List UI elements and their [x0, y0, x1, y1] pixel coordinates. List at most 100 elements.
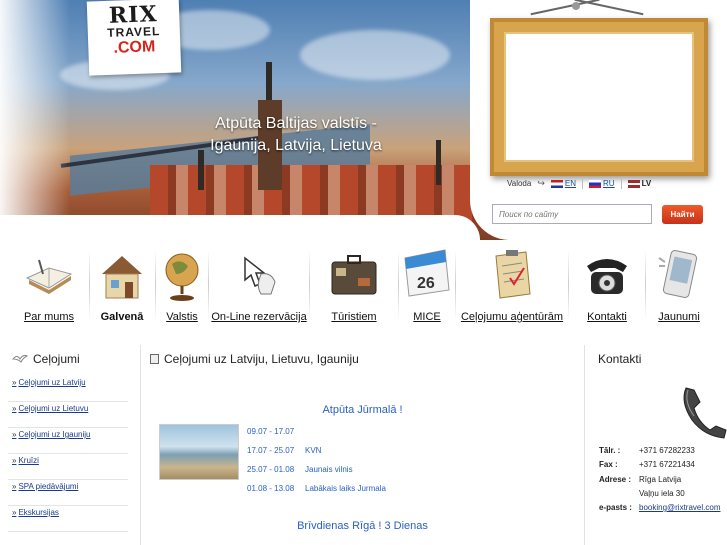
nav-item-jaunumi[interactable]: Jaunumi: [646, 240, 712, 335]
nav-label: Galvenā: [100, 311, 144, 323]
nav-item-mice[interactable]: 26 MICE: [399, 240, 455, 335]
nav-item-celojumu-agenturam[interactable]: Ceļojumu aģentūrām: [456, 240, 568, 335]
contact-email: e-pasts : booking@rixtravel.com: [599, 503, 720, 512]
tour-title-link[interactable]: Atpūta Jūrmalā !: [150, 404, 575, 416]
calendar-icon: 26: [404, 249, 450, 297]
nav-item-galvena[interactable]: Galvenā: [90, 240, 154, 335]
main-content: Ceļojumi uz Latviju, Lietuvu, Igauniju A…: [150, 352, 575, 532]
logo-text: RIX: [108, 1, 158, 29]
sidebar-item-label: SPA piedāvājumi: [18, 482, 79, 491]
church-spire: [198, 150, 204, 190]
page-title: Ceļojumi uz Latviju, Lietuvu, Igauniju: [164, 352, 359, 366]
beach-photo[interactable]: [159, 424, 239, 480]
sidebar-title: Ceļojumi: [33, 352, 80, 366]
language-option-ru[interactable]: RU: [589, 179, 615, 188]
nav-item-on-line-rezervacija[interactable]: On-Line rezervācija: [209, 240, 309, 335]
book-icon: [25, 259, 73, 294]
header-bottom-fade: [0, 215, 480, 240]
divider: [620, 178, 622, 189]
language-link[interactable]: RU: [603, 179, 615, 188]
site-logo[interactable]: RIX TRAVEL .COM: [86, 0, 182, 76]
divider: [582, 178, 583, 189]
flag-latvia-icon: [627, 179, 640, 188]
tour-date-row[interactable]: 09.07 - 17.07: [247, 427, 305, 436]
sidebar-item-label: Ekskursijas: [18, 508, 59, 517]
logo-text: .COM: [113, 38, 156, 57]
headline-line: Atpūta Baltijas valstīs -: [215, 115, 377, 132]
nav-item-par-mums[interactable]: Par mums: [10, 240, 88, 335]
nav-item-kontakti[interactable]: Kontakti: [569, 240, 645, 335]
cloud: [300, 30, 450, 80]
main-heading: Ceļojumi uz Latviju, Lietuvu, Igauniju: [150, 352, 575, 366]
church-spire: [436, 140, 441, 185]
bullet: »: [12, 456, 17, 465]
frame-nail: [572, 2, 580, 10]
bullet: »: [12, 508, 17, 517]
language-option-lv[interactable]: LV: [627, 179, 652, 188]
contacts-panel: Kontakti Tālr. : +371 67282233 Fax : +37…: [598, 352, 727, 512]
language-label: Valoda: [507, 179, 532, 188]
header-headline: Atpūta Baltijas valstīs - Igaunija, Latv…: [206, 113, 386, 157]
tour-date-row[interactable]: 25.07 - 01.08 Jaunais vilnis: [247, 465, 353, 474]
sidebar-heading: Ceļojumi: [8, 352, 128, 366]
sidebar-item-label: Ceļojumi uz Igauniju: [18, 430, 91, 439]
flag-uk-icon: [550, 179, 563, 188]
main-navigation: Par mums Galvenā Valstis On-Line rezervā…: [0, 240, 727, 335]
contact-phone: Tālr. : +371 67282233: [599, 446, 695, 455]
bird-icon: [12, 354, 28, 363]
sidebar-item-spa-piedavajumi[interactable]: » SPA piedāvājumi: [8, 480, 128, 506]
telephone-icon: [587, 259, 627, 294]
nav-item-valstis[interactable]: Valstis: [156, 240, 208, 335]
calendar-day: 26: [417, 275, 435, 292]
tour-dates: 01.08 - 13.08: [247, 484, 295, 493]
contact-address: Adrese : Rīga Latvija: [599, 475, 681, 484]
document-icon: [150, 354, 159, 364]
sidebar-item-celojumi-uz-lietuvu[interactable]: » Ceļojumi uz Lietuvu: [8, 402, 128, 428]
decorative-foliage: [0, 0, 70, 240]
sidebar-item-ekskursijas[interactable]: » Ekskursijas: [8, 506, 128, 532]
column-divider: [584, 345, 585, 545]
search-button[interactable]: Найти: [662, 205, 703, 224]
nav-item-turistiem[interactable]: Tūristiem: [310, 240, 398, 335]
sidebar-item-kruizi[interactable]: » Kruīzi: [8, 454, 128, 480]
arrow-right-icon: ↪: [537, 178, 545, 188]
sidebar-item-label: Ceļojumi uz Lietuvu: [18, 404, 89, 413]
tour-dates: 25.07 - 01.08: [247, 465, 295, 474]
tour-date-row[interactable]: 17.07 - 25.07 KVN: [247, 446, 321, 455]
flag-russia-icon: [589, 179, 601, 188]
headline-line: Igaunija, Latvija, Lietuva: [210, 137, 382, 154]
email-link[interactable]: booking@rixtravel.com: [639, 503, 720, 512]
contact-label: Tālr. :: [599, 446, 621, 455]
sidebar-item-label: Ceļojumi uz Latviju: [18, 378, 86, 387]
nav-label: Par mums: [23, 311, 75, 323]
bullet: »: [12, 482, 17, 491]
tour-name: Jaunais vilnis: [305, 465, 353, 474]
nav-label: Ceļojumu aģentūrām: [460, 311, 564, 323]
sidebar-item-celojumi-uz-igauniju[interactable]: » Ceļojumi uz Igauniju: [8, 428, 128, 454]
mobile-phone-icon: [658, 250, 698, 298]
nav-label: On-Line rezervācija: [211, 311, 307, 323]
tour-date-row[interactable]: 01.08 - 13.08 Labākais laiks Jurmala: [247, 484, 386, 493]
search-input[interactable]: [492, 204, 652, 224]
nav-label: Kontakti: [587, 311, 627, 323]
nav-label: Valstis: [166, 311, 198, 323]
language-option-en[interactable]: EN: [550, 179, 576, 188]
sidebar: Ceļojumi » Ceļojumi uz Latviju » Ceļojumi …: [8, 352, 128, 532]
column-divider: [140, 345, 141, 545]
contact-label-spacer: [599, 489, 639, 498]
globe-icon: [165, 253, 199, 301]
bullet: »: [12, 378, 17, 387]
language-link: LV: [641, 179, 652, 188]
picture-frame-canvas: [504, 32, 694, 162]
nav-label: Tūristiem: [331, 311, 377, 323]
tour-title-link[interactable]: Brīvdienas Rīgā ! 3 Dienas: [150, 520, 575, 532]
language-link[interactable]: EN: [565, 179, 576, 188]
contact-fax: Fax : +371 67221434: [599, 460, 695, 469]
bullet: »: [12, 404, 17, 413]
language-switcher: Valoda ↪ EN RU LV: [507, 178, 651, 189]
sidebar-item-celojumi-uz-latviju[interactable]: » Ceļojumi uz Latviju: [8, 376, 128, 402]
church-spire: [266, 62, 272, 102]
contact-value: +371 67221434: [639, 460, 695, 469]
contact-value: Rīga Latvija: [639, 475, 682, 484]
tour-dates: 09.07 - 17.07: [247, 427, 295, 436]
